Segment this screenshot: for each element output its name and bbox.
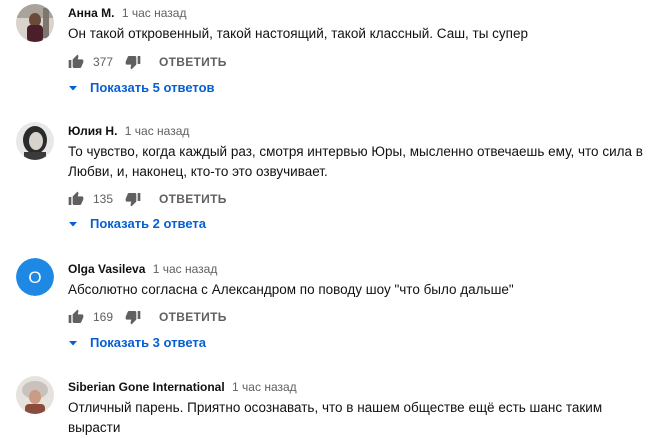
avatar-photo — [16, 376, 54, 414]
caret-down-icon — [69, 221, 77, 226]
show-replies-label: Показать 2 ответа — [90, 216, 206, 231]
comment-text: Он такой откровенный, такой настоящий, т… — [68, 24, 650, 44]
avatar-photo — [16, 4, 54, 42]
avatar-letter-text: O — [28, 268, 41, 287]
thumbs-up-icon — [68, 309, 84, 323]
thumbs-up-icon — [68, 191, 84, 205]
comment-text-line: Отличный парень. Приятно осознавать, что… — [68, 400, 603, 435]
comment-text-line: Абсолютно согласна с Александром по пово… — [68, 282, 514, 297]
like-count: 377 — [93, 55, 114, 69]
like-button[interactable]: 377 — [68, 54, 117, 70]
comment-text: То чувство, когда каждый раз, смотря инт… — [68, 142, 650, 182]
comment-header: Olga Vasileva 1 час назад — [68, 262, 217, 276]
avatar[interactable] — [16, 4, 54, 42]
comment-actions: 169 ОТВЕТИТЬ — [68, 307, 227, 327]
dislike-button[interactable] — [125, 191, 141, 207]
thumbs-down-icon — [125, 193, 141, 207]
author-name[interactable]: Siberian Gone International — [68, 380, 225, 394]
comment-header: Анна М. 1 час назад — [68, 6, 186, 20]
comment-text-line: То чувство, когда каждый раз, смотря инт… — [68, 144, 643, 159]
show-replies-label: Показать 3 ответа — [90, 335, 206, 350]
comment-header: Юлия Н. 1 час назад — [68, 124, 189, 138]
reply-button[interactable]: ОТВЕТИТЬ — [159, 192, 227, 206]
author-name[interactable]: Юлия Н. — [68, 124, 117, 138]
author-name[interactable]: Анна М. — [68, 6, 115, 20]
comment-text-line: Любви, и, наконец, кто-то это озвучивает… — [68, 164, 328, 179]
thumbs-down-icon — [125, 311, 141, 325]
dislike-button[interactable] — [125, 54, 141, 70]
show-replies-button[interactable]: Показать 5 ответов — [68, 80, 215, 95]
avatar-letter: O — [16, 258, 54, 296]
thumbs-down-icon — [125, 56, 141, 70]
thumbs-up-icon — [68, 54, 84, 68]
comment-text-line: Он такой откровенный, такой настоящий, т… — [68, 26, 529, 41]
show-replies-button[interactable]: Показать 2 ответа — [68, 216, 206, 231]
avatar[interactable]: O — [16, 258, 54, 296]
avatar[interactable] — [16, 376, 54, 414]
comment-actions: 135 ОТВЕТИТЬ — [68, 189, 227, 209]
avatar-photo — [16, 122, 54, 160]
like-count: 169 — [93, 310, 114, 324]
caret-down-icon — [69, 85, 77, 90]
like-button[interactable]: 169 — [68, 309, 117, 325]
avatar[interactable] — [16, 122, 54, 160]
show-replies-label: Показать 5 ответов — [90, 80, 215, 95]
caret-down-icon — [69, 340, 77, 345]
timestamp[interactable]: 1 час назад — [125, 124, 190, 138]
comment-actions: 377 ОТВЕТИТЬ — [68, 52, 227, 72]
timestamp[interactable]: 1 час назад — [122, 6, 187, 20]
like-button[interactable]: 135 — [68, 191, 117, 207]
timestamp[interactable]: 1 час назад — [232, 380, 297, 394]
like-count: 135 — [93, 192, 114, 206]
reply-button[interactable]: ОТВЕТИТЬ — [159, 310, 227, 324]
comment-text: Отличный парень. Приятно осознавать, что… — [68, 398, 650, 438]
comment-header: Siberian Gone International 1 час назад — [68, 380, 297, 394]
dislike-button[interactable] — [125, 309, 141, 325]
timestamp[interactable]: 1 час назад — [153, 262, 218, 276]
author-name[interactable]: Olga Vasileva — [68, 262, 145, 276]
show-replies-button[interactable]: Показать 3 ответа — [68, 335, 206, 350]
reply-button[interactable]: ОТВЕТИТЬ — [159, 55, 227, 69]
comment-text: Абсолютно согласна с Александром по пово… — [68, 280, 650, 300]
